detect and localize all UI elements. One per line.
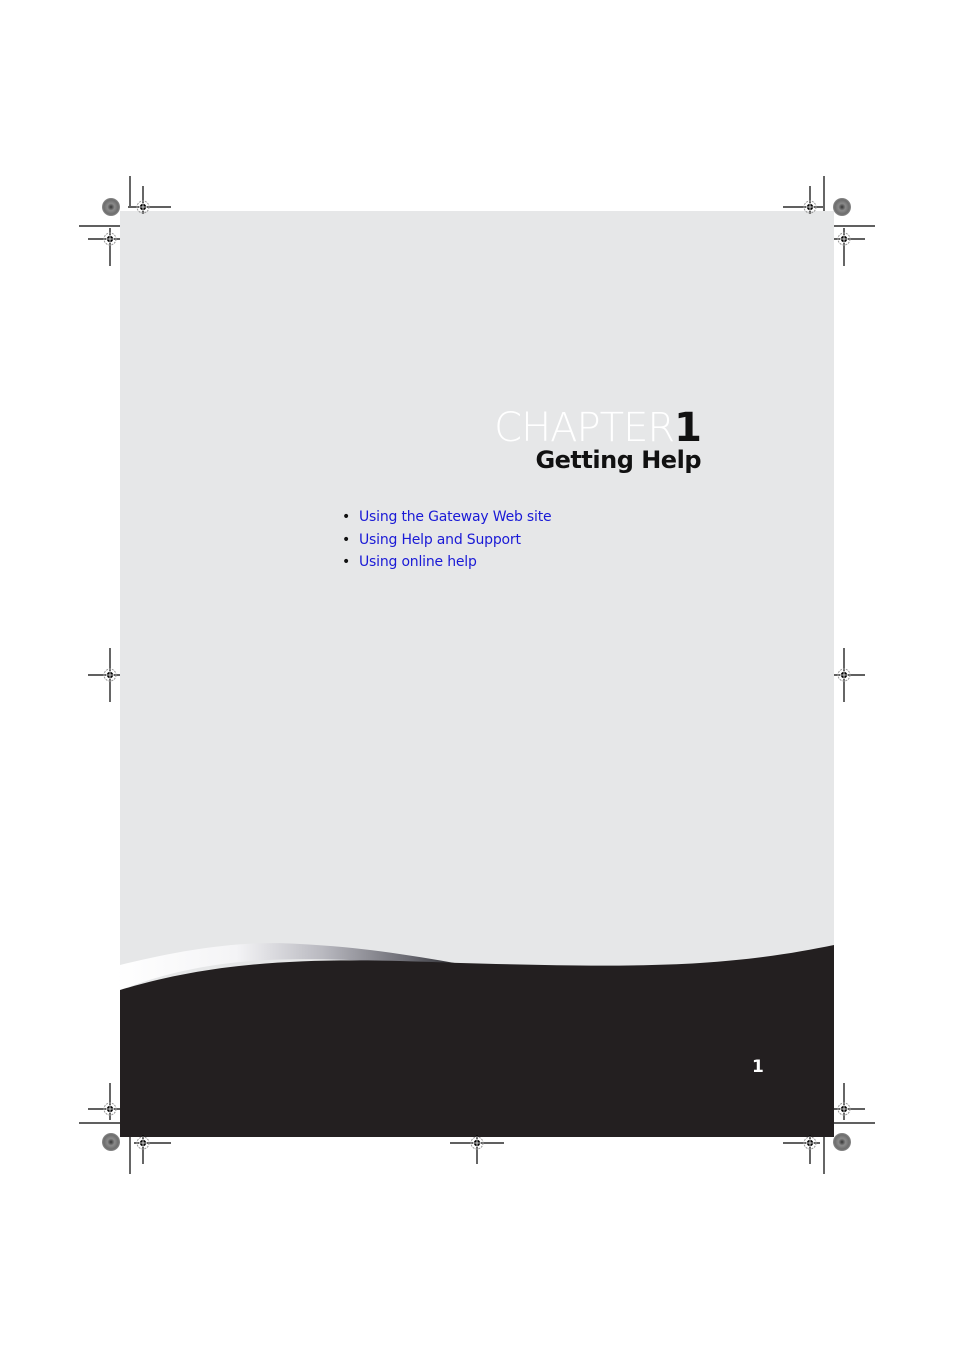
color-dot-icon bbox=[102, 1133, 120, 1151]
color-dot-icon bbox=[833, 1133, 851, 1151]
color-dot-icon bbox=[102, 198, 120, 216]
printer-marks bbox=[79, 176, 875, 1174]
color-dot-icon bbox=[833, 198, 851, 216]
